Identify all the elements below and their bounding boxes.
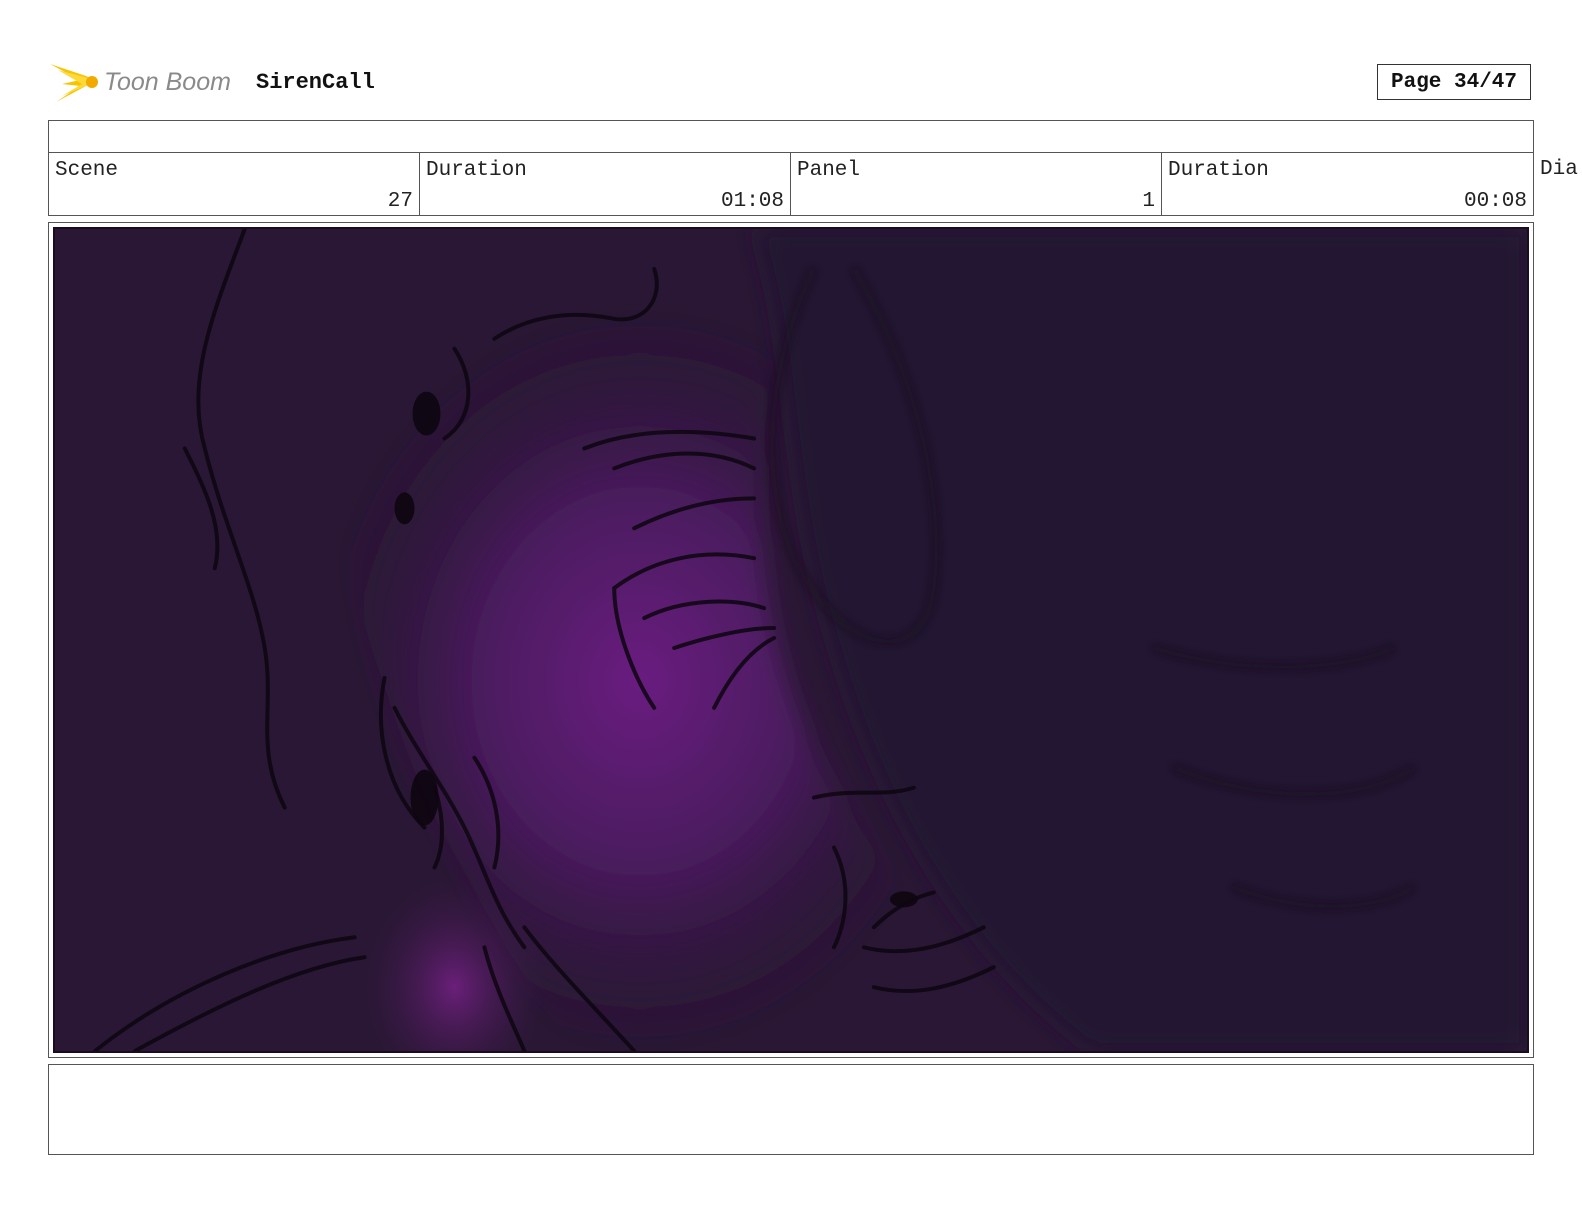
scene-duration-label: Duration [426,159,527,182]
panel-label: Panel [797,159,861,182]
panel-info-row: Scene 27 Duration 01:08 Panel 1 Duration… [48,152,1534,216]
panel-duration-value: 00:08 [1463,190,1527,213]
header-strip [48,120,1534,153]
page-number: Page 34/47 [1377,64,1531,100]
panel-duration-label: Duration [1168,159,1269,182]
storyboard-panel [48,222,1534,1058]
scene-cell: Scene 27 [49,153,420,215]
dialogue-notes-box [48,1064,1534,1155]
panel-cell: Panel 1 [791,153,1162,215]
scene-value: 27 [387,190,413,213]
project-title: SirenCall [256,70,375,95]
dialogue-label-truncated: Dia [1540,158,1578,181]
panel-value: 1 [1142,190,1155,213]
scene-duration-value: 01:08 [720,190,784,213]
scene-label: Scene [55,159,119,182]
scene-duration-cell: Duration 01:08 [420,153,791,215]
toon-boom-logo: Toon Boom [50,56,240,108]
toon-boom-star-icon [50,64,98,102]
panel-drawing [53,227,1529,1053]
logo-text: Toon Boom [104,68,231,96]
panel-duration-cell: Duration 00:08 [1162,153,1533,215]
